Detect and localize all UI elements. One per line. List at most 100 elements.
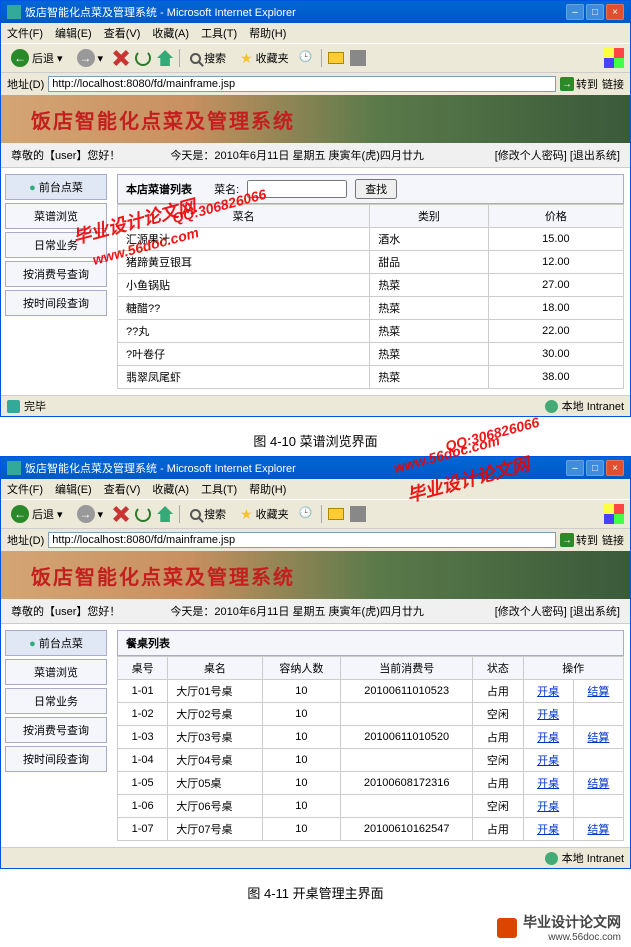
menubar[interactable]: 文件(F) 编辑(E) 查看(V) 收藏(A) 工具(T) 帮助(H) <box>1 479 630 499</box>
welcome-date: 今天是：2010年6月11日 星期五 庚寅年(虎)四月廿九 <box>120 147 494 163</box>
menubar[interactable]: 文件(F) 编辑(E) 查看(V) 收藏(A) 工具(T) 帮助(H) <box>1 23 630 43</box>
search-input[interactable] <box>247 180 347 198</box>
menu-file[interactable]: 文件(F) <box>7 481 43 497</box>
close-button[interactable]: × <box>606 4 624 20</box>
stop-icon[interactable] <box>113 50 129 66</box>
open-link[interactable]: 开桌 <box>537 732 559 744</box>
table-row: 1-07大厅07号桌1020100610162547占用开桌结算 <box>118 818 624 841</box>
status-zone: 本地 Intranet <box>562 398 624 414</box>
statusbar: 本地 Intranet <box>1 847 630 868</box>
forward-button[interactable]: → ▾ <box>73 503 108 525</box>
minimize-button[interactable]: – <box>566 460 584 476</box>
refresh-icon[interactable] <box>135 506 151 522</box>
print-icon[interactable] <box>350 50 366 66</box>
sidebar-item-2[interactable]: 日常业务 <box>5 232 107 258</box>
welcome-user: 尊敬的【user】您好！ <box>11 603 120 619</box>
links-label[interactable]: 链接 <box>602 532 624 548</box>
change-password-link[interactable]: [修改个人密码] <box>495 606 567 618</box>
go-button[interactable]: →转到 <box>560 76 598 92</box>
address-input[interactable] <box>48 76 556 92</box>
menu-view[interactable]: 查看(V) <box>104 25 141 41</box>
open-link[interactable]: 开桌 <box>537 824 559 836</box>
sidebar: ●前台点菜 菜谱浏览 日常业务 按消费号查询 按时间段查询 <box>1 168 111 395</box>
back-button[interactable]: ←后退 ▾ <box>7 47 67 69</box>
sidebar-item-2[interactable]: 日常业务 <box>5 688 107 714</box>
intranet-icon <box>545 852 558 865</box>
mail-icon[interactable] <box>328 52 344 64</box>
links-label[interactable]: 链接 <box>602 76 624 92</box>
change-password-link[interactable]: [修改个人密码] <box>495 150 567 162</box>
main-area: 本店菜谱列表 菜名: 查找 菜名 类别 价格 汇源果汁酒水15.00 猪蹄黄豆银… <box>111 168 630 395</box>
home-icon[interactable] <box>157 506 173 522</box>
settle-link[interactable]: 结算 <box>587 824 609 836</box>
favorites-button[interactable]: ★收藏夹 <box>236 48 293 69</box>
refresh-icon[interactable] <box>135 50 151 66</box>
history-icon[interactable]: 🕒 <box>299 506 315 522</box>
footer-logo-icon <box>497 918 517 938</box>
maximize-button[interactable]: □ <box>586 4 604 20</box>
favorites-button[interactable]: ★收藏夹 <box>236 504 293 525</box>
logout-link[interactable]: [退出系统] <box>570 150 620 162</box>
menu-help[interactable]: 帮助(H) <box>249 25 286 41</box>
mail-icon[interactable] <box>328 508 344 520</box>
welcome-user: 尊敬的【user】您好！ <box>11 147 120 163</box>
settle-link[interactable]: 结算 <box>587 732 609 744</box>
sidebar-item-4[interactable]: 按时间段查询 <box>5 746 107 772</box>
menu-file[interactable]: 文件(F) <box>7 25 43 41</box>
window-title: 饭店智能化点菜及管理系统 - Microsoft Internet Explor… <box>25 460 566 476</box>
search-button[interactable]: 查找 <box>355 179 397 199</box>
close-button[interactable]: × <box>606 460 624 476</box>
open-link[interactable]: 开桌 <box>537 778 559 790</box>
table-row: 1-02大厅02号桌10空闲开桌 <box>118 703 624 726</box>
menu-tools[interactable]: 工具(T) <box>201 25 237 41</box>
logout-link[interactable]: [退出系统] <box>570 606 620 618</box>
figure-caption-2: 图 4-11 开桌管理主界面 <box>0 877 631 908</box>
forward-button[interactable]: → ▾ <box>73 47 108 69</box>
sidebar-item-0[interactable]: ●前台点菜 <box>5 174 107 200</box>
search-button[interactable]: 搜索 <box>186 48 230 68</box>
table-row: 1-03大厅03号桌1020100611010520占用开桌结算 <box>118 726 624 749</box>
toolbar: ←后退 ▾ → ▾ 搜索 ★收藏夹 🕒 <box>1 43 630 73</box>
col-no: 桌号 <box>118 657 168 680</box>
open-link[interactable]: 开桌 <box>537 801 559 813</box>
menu-edit[interactable]: 编辑(E) <box>55 25 92 41</box>
home-icon[interactable] <box>157 50 173 66</box>
sidebar-item-3[interactable]: 按消费号查询 <box>5 261 107 287</box>
search-label: 菜名: <box>214 181 239 197</box>
maximize-button[interactable]: □ <box>586 460 604 476</box>
sidebar-item-3[interactable]: 按消费号查询 <box>5 717 107 743</box>
sidebar-item-4[interactable]: 按时间段查询 <box>5 290 107 316</box>
titlebar[interactable]: 饭店智能化点菜及管理系统 - Microsoft Internet Explor… <box>1 1 630 23</box>
menu-fav[interactable]: 收藏(A) <box>152 481 189 497</box>
open-link[interactable]: 开桌 <box>537 686 559 698</box>
col-state: 状态 <box>473 657 523 680</box>
menu-help[interactable]: 帮助(H) <box>249 481 286 497</box>
sidebar-item-1[interactable]: 菜谱浏览 <box>5 659 107 685</box>
settle-link[interactable]: 结算 <box>587 686 609 698</box>
open-link[interactable]: 开桌 <box>537 709 559 721</box>
go-button[interactable]: →转到 <box>560 532 598 548</box>
menu-view[interactable]: 查看(V) <box>104 481 141 497</box>
sidebar-item-0[interactable]: ●前台点菜 <box>5 630 107 656</box>
address-label: 地址(D) <box>7 532 44 548</box>
minimize-button[interactable]: – <box>566 4 584 20</box>
menu-edit[interactable]: 编辑(E) <box>55 481 92 497</box>
history-icon[interactable]: 🕒 <box>299 50 315 66</box>
address-input[interactable] <box>48 532 556 548</box>
menu-tools[interactable]: 工具(T) <box>201 481 237 497</box>
titlebar[interactable]: 饭店智能化点菜及管理系统 - Microsoft Internet Explor… <box>1 457 630 479</box>
col-type: 类别 <box>370 205 489 228</box>
open-link[interactable]: 开桌 <box>537 755 559 767</box>
print-icon[interactable] <box>350 506 366 522</box>
settle-link[interactable]: 结算 <box>587 778 609 790</box>
sidebar-item-1[interactable]: 菜谱浏览 <box>5 203 107 229</box>
welcome-bar: 尊敬的【user】您好！ 今天是：2010年6月11日 星期五 庚寅年(虎)四月… <box>1 599 630 624</box>
done-icon <box>7 400 20 413</box>
stop-icon[interactable] <box>113 506 129 522</box>
menu-fav[interactable]: 收藏(A) <box>152 25 189 41</box>
search-button[interactable]: 搜索 <box>186 504 230 524</box>
table-row: 糖醋??热菜18.00 <box>118 297 624 320</box>
welcome-bar: 尊敬的【user】您好！ 今天是：2010年6月11日 星期五 庚寅年(虎)四月… <box>1 143 630 168</box>
footer-brand: 毕业设计论文网 www.56doc.com <box>0 908 631 947</box>
back-button[interactable]: ←后退 ▾ <box>7 503 67 525</box>
